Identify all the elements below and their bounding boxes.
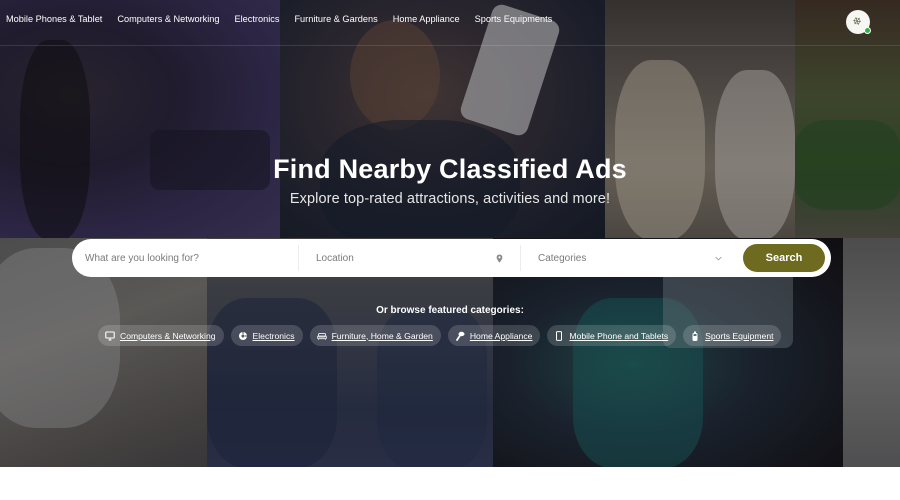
- nav-item-home-appliance[interactable]: Home Appliance: [393, 14, 460, 24]
- category-chip-furniture[interactable]: Furniture, Home & Garden: [309, 325, 441, 346]
- online-status-indicator: [864, 27, 871, 34]
- nav-item-electronics[interactable]: Electronics: [235, 14, 280, 24]
- search-button[interactable]: Search: [743, 244, 825, 272]
- hair-dryer-icon: [455, 331, 465, 341]
- hero-subtitle: Explore top-rated attractions, activitie…: [289, 191, 611, 207]
- nav-item-furniture[interactable]: Furniture & Gardens: [294, 14, 377, 24]
- nav-item-sports[interactable]: Sports Equipments: [475, 14, 553, 24]
- keyword-input[interactable]: [85, 252, 298, 264]
- categories-select[interactable]: Categories: [521, 245, 732, 271]
- category-chip-label: Home Appliance: [469, 330, 533, 341]
- monitor-icon: [105, 330, 115, 341]
- location-input[interactable]: [316, 252, 495, 264]
- category-chip-label: Electronics: [252, 330, 295, 341]
- leaf-logo-icon: ❄︎: [851, 14, 865, 29]
- location-field-wrapper: [299, 245, 521, 271]
- featured-categories-heading: Or browse featured categories:: [376, 305, 524, 316]
- category-chip-label: Computers & Networking: [120, 330, 216, 341]
- bottle-icon: [690, 331, 700, 341]
- category-chip-computers[interactable]: Computers & Networking: [98, 325, 224, 346]
- hero-section: [0, 0, 900, 467]
- nav-item-computers[interactable]: Computers & Networking: [117, 14, 219, 24]
- hero-dark-overlay: [0, 0, 900, 467]
- category-chip-sports[interactable]: Sports Equipment: [683, 325, 782, 346]
- nav-item-mobile-phones[interactable]: Mobile Phones & Tablet: [6, 14, 102, 24]
- category-chip-electronics[interactable]: Electronics: [230, 325, 303, 346]
- category-chip-label: Sports Equipment: [705, 330, 774, 341]
- phone-icon: [554, 330, 564, 341]
- top-navigation: Mobile Phones & Tablet Computers & Netwo…: [6, 14, 552, 24]
- featured-categories-list: Computers & Networking Electronics Furni…: [98, 325, 782, 346]
- category-chip-label: Mobile Phone and Tablets: [569, 330, 669, 341]
- map-pin-icon: [495, 253, 505, 263]
- user-avatar[interactable]: ❄︎: [846, 10, 871, 34]
- category-chip-label: Furniture, Home & Garden: [331, 330, 433, 341]
- category-chip-home-appliance[interactable]: Home Appliance: [447, 325, 541, 346]
- chip-icon: [238, 331, 248, 341]
- categories-selected-value: Categories: [538, 252, 587, 264]
- category-chip-mobile-phones[interactable]: Mobile Phone and Tablets: [547, 325, 677, 346]
- hero-title: Find Nearby Classified Ads: [273, 154, 627, 184]
- keyword-field-wrapper: [72, 245, 299, 271]
- sofa-icon: [316, 331, 327, 341]
- chevron-down-icon: [715, 254, 722, 263]
- search-bar: Categories Search: [72, 239, 831, 277]
- nav-divider: [0, 45, 900, 46]
